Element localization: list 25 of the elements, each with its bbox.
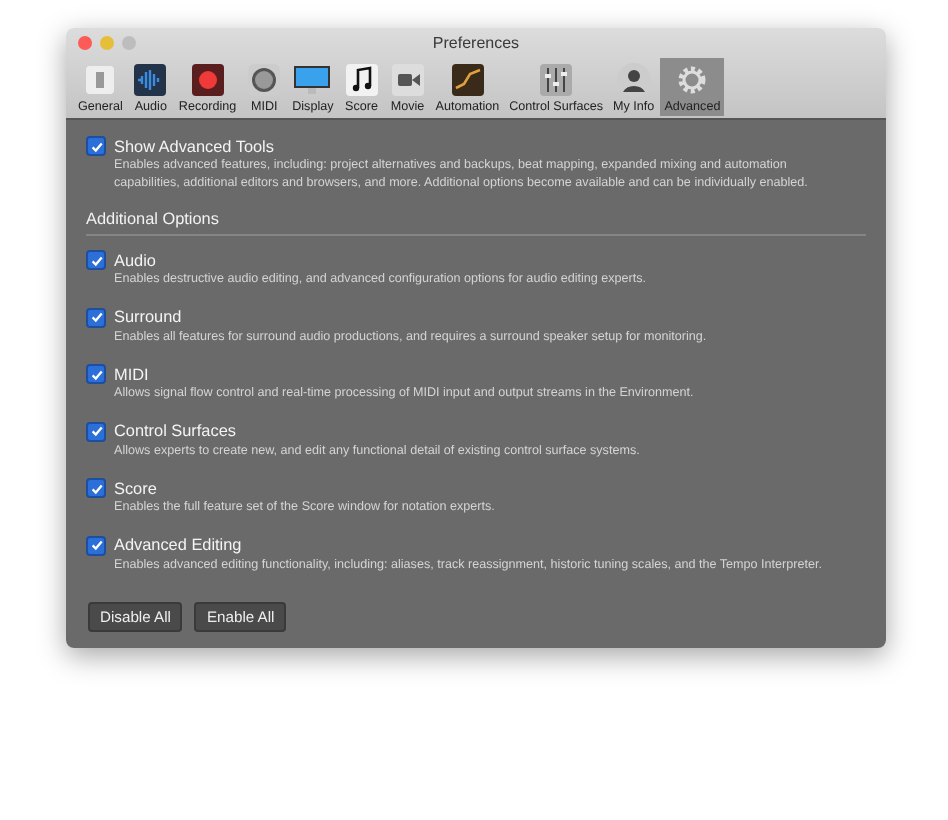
checkbox[interactable] <box>86 250 106 270</box>
checkbox[interactable] <box>86 136 106 156</box>
checkbox[interactable] <box>86 421 106 441</box>
checkbox[interactable] <box>86 364 106 384</box>
music-note-icon <box>343 62 380 98</box>
option-label: Audio <box>114 251 156 269</box>
option-label: MIDI <box>114 365 149 383</box>
gear-icon <box>674 62 711 98</box>
record-icon <box>189 62 226 98</box>
option-label: Surround <box>114 308 182 326</box>
checkbox[interactable] <box>86 478 106 498</box>
option-label: Control Surfaces <box>114 422 236 440</box>
waveform-icon <box>132 62 169 98</box>
video-camera-icon <box>389 62 426 98</box>
option-label: Show Advanced Tools <box>114 137 274 155</box>
automation-icon <box>449 62 486 98</box>
checkbox[interactable] <box>86 307 106 327</box>
monitor-icon <box>294 62 331 98</box>
option-label: Score <box>114 479 157 497</box>
mixer-icon <box>538 62 575 98</box>
option-label: Advanced Editing <box>114 536 242 554</box>
window-title: Preferences <box>432 34 520 52</box>
section-heading: Additional Options <box>86 210 866 236</box>
checkbox[interactable] <box>86 535 106 555</box>
general-icon <box>82 62 119 98</box>
